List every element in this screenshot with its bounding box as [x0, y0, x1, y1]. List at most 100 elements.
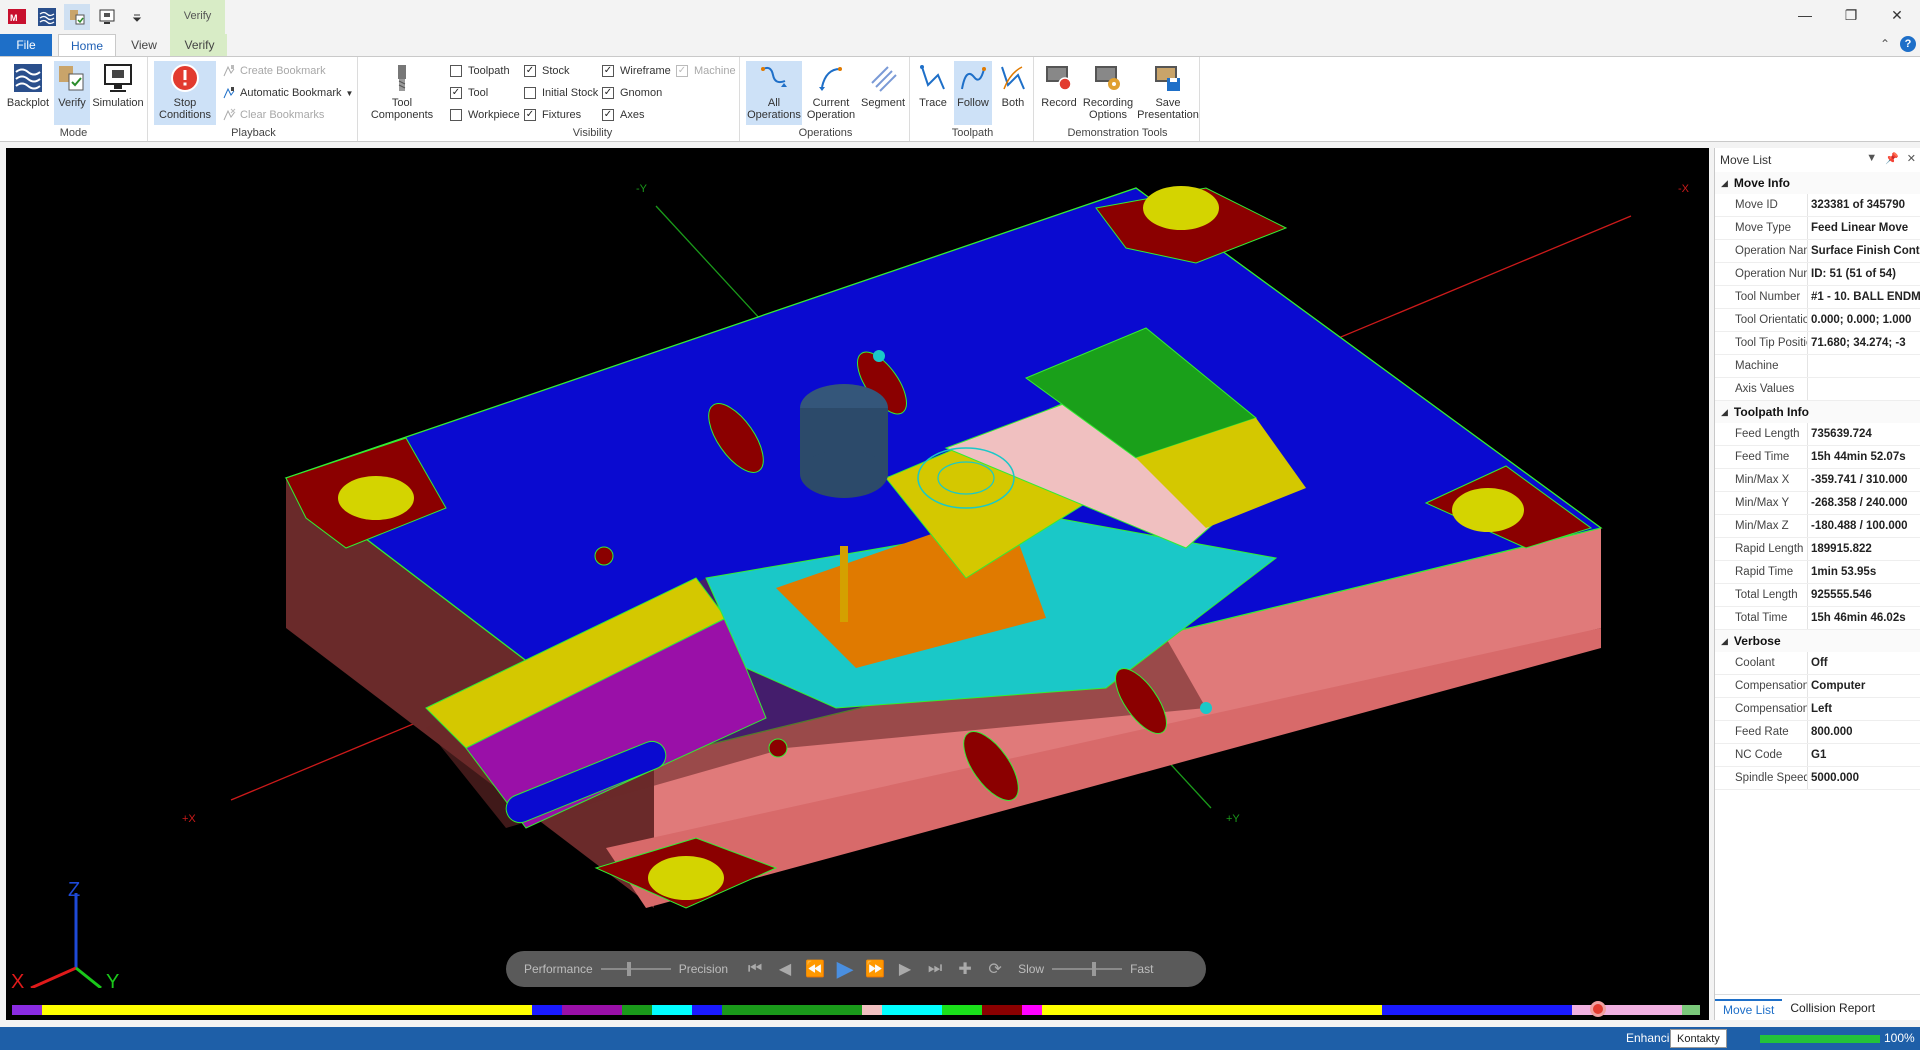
visibility-machine-checkbox[interactable]: ✓ Machine — [676, 61, 736, 81]
restore-icon[interactable]: ❐ — [1828, 0, 1874, 30]
pin-icon[interactable]: 📌 — [1885, 152, 1899, 165]
property-row[interactable]: Compensation Computer — [1715, 675, 1920, 698]
property-row[interactable]: Tool Tip Position71.680; 34.274; -3 — [1715, 332, 1920, 355]
quality-slider[interactable] — [600, 962, 671, 976]
property-row[interactable]: Operation NameSurface Finish Contour — [1715, 240, 1920, 263]
visibility-initial-stock-checkbox[interactable]: Initial Stock — [524, 83, 598, 103]
kontakty-tooltip: Kontakty — [1670, 1029, 1727, 1048]
collapse-triangle-icon[interactable]: ◢ — [1721, 636, 1728, 647]
property-row[interactable]: Min/Max Z -180.488 / 100.000 — [1715, 515, 1920, 538]
category-header[interactable]: ◢ Move Info — [1715, 172, 1920, 194]
create-bookmark-button[interactable]: Create Bookmark — [222, 61, 326, 81]
stop-conditions-button[interactable]: Stop Conditions — [154, 61, 216, 125]
tab-collision-report[interactable]: Collision Report — [1782, 1001, 1883, 1015]
property-key: Machine — [1715, 355, 1808, 377]
property-row[interactable]: Compensation Left — [1715, 698, 1920, 721]
checkbox-box: ✓ — [676, 65, 688, 77]
simulation-quick-icon[interactable] — [94, 4, 120, 30]
tab-view[interactable]: View — [116, 34, 172, 56]
tab-file[interactable]: File — [0, 34, 52, 56]
property-row[interactable]: Tool Orientation 0.000; 0.000; 1.000 — [1715, 309, 1920, 332]
verify-button[interactable]: Verify — [54, 61, 90, 125]
property-row[interactable]: Rapid Length 189915.822 — [1715, 538, 1920, 561]
visibility-gnomon-checkbox[interactable]: ✓ Gnomon — [602, 83, 662, 103]
record-button[interactable]: Record — [1038, 61, 1080, 125]
recording-options-button[interactable]: Recording Options — [1080, 61, 1136, 125]
simulation-button[interactable]: Simulation — [92, 61, 144, 125]
operation-timeline[interactable] — [12, 1001, 1700, 1017]
speed-slider-knob[interactable] — [1091, 962, 1096, 976]
app-logo-icon[interactable]: M — [4, 4, 30, 30]
rewind-icon[interactable]: ⏪ — [800, 959, 830, 979]
trace-button[interactable]: Trace — [914, 61, 952, 125]
property-row[interactable]: Tool Number#1 - 10. BALL ENDMILL — [1715, 286, 1920, 309]
property-key: Tool Number — [1715, 286, 1808, 308]
visibility-stock-checkbox[interactable]: ✓ Stock — [524, 61, 570, 81]
save-presentation-button[interactable]: Save Presentation — [1136, 61, 1200, 125]
property-row[interactable]: Feed Time 15h 44min 52.07s — [1715, 446, 1920, 469]
automatic-bookmark-button[interactable]: Automatic Bookmark ▼ — [222, 83, 353, 103]
property-row[interactable]: Feed Rate 800.000 — [1715, 721, 1920, 744]
play-icon[interactable]: ▶ — [830, 956, 860, 981]
property-row[interactable]: Feed Length 735639.724 — [1715, 423, 1920, 446]
property-row[interactable]: NC Code G1 — [1715, 744, 1920, 767]
property-row[interactable]: Axis Values — [1715, 378, 1920, 401]
speed-slider[interactable] — [1052, 962, 1123, 976]
collapse-triangle-icon[interactable]: ◢ — [1721, 407, 1728, 418]
all-operations-button[interactable]: All Operations — [746, 61, 802, 125]
property-row[interactable]: Machine — [1715, 355, 1920, 378]
visibility-fixtures-checkbox[interactable]: ✓ Fixtures — [524, 105, 581, 125]
tab-home[interactable]: Home — [58, 34, 116, 56]
simulation-icon — [101, 61, 135, 95]
segment-button[interactable]: Segment — [858, 61, 908, 125]
property-row[interactable]: Move Type Feed Linear Move — [1715, 217, 1920, 240]
property-key: Move Type — [1715, 217, 1808, 239]
visibility-workpiece-checkbox[interactable]: Workpiece — [450, 105, 520, 125]
tab-verify[interactable]: Verify — [172, 34, 227, 56]
loop-icon[interactable]: ⟳ — [980, 959, 1010, 979]
visibility-axes-checkbox[interactable]: ✓ Axes — [602, 105, 644, 125]
property-row[interactable]: Total Length 925555.546 — [1715, 584, 1920, 607]
tool-filter-icon[interactable]: ✚ — [950, 959, 980, 979]
close-icon[interactable]: ✕ — [1874, 0, 1920, 30]
customize-dropdown-icon[interactable] — [124, 4, 150, 30]
panel-close-icon[interactable]: ✕ — [1907, 152, 1916, 165]
property-row[interactable]: Min/Max X -359.741 / 310.000 — [1715, 469, 1920, 492]
follow-button[interactable]: Follow — [954, 61, 992, 125]
timeline-position-marker[interactable] — [1590, 1001, 1606, 1017]
verify-quick-icon[interactable] — [64, 4, 90, 30]
visibility-tool-checkbox[interactable]: ✓ Tool — [450, 83, 488, 103]
go-to-start-icon[interactable]: ⏮ — [740, 959, 770, 979]
step-back-icon[interactable]: ◀ — [770, 959, 800, 979]
visibility-toolpath-checkbox[interactable]: Toolpath — [450, 61, 510, 81]
property-row[interactable]: Total Time 15h 46min 46.02s — [1715, 607, 1920, 630]
property-row[interactable]: Move ID 323381 of 345790 — [1715, 194, 1920, 217]
collapse-ribbon-icon[interactable]: ⌃ — [1880, 37, 1890, 51]
collapse-triangle-icon[interactable]: ◢ — [1721, 178, 1728, 189]
category-header[interactable]: ◢ Toolpath Info — [1715, 401, 1920, 423]
group-toolpath-label: Toolpath — [951, 127, 994, 139]
tool-components-button[interactable]: Tool Components — [366, 61, 438, 125]
clear-bookmarks-button[interactable]: Clear Bookmarks — [222, 105, 324, 125]
axis-label-neg-y: -Y — [636, 183, 648, 195]
fast-forward-icon[interactable]: ⏩ — [860, 959, 890, 979]
waves-icon[interactable] — [34, 4, 60, 30]
help-icon[interactable]: ? — [1900, 36, 1916, 52]
property-row[interactable]: Min/Max Y -268.358 / 240.000 — [1715, 492, 1920, 515]
property-row[interactable]: Operation NumberID: 51 (51 of 54) — [1715, 263, 1920, 286]
visibility-wireframe-checkbox[interactable]: ✓ Wireframe — [602, 61, 671, 81]
both-button[interactable]: Both — [994, 61, 1032, 125]
go-to-end-icon[interactable]: ⏭ — [920, 959, 950, 979]
quality-slider-knob[interactable] — [627, 962, 632, 976]
category-header[interactable]: ◢ Verbose — [1715, 630, 1920, 652]
panel-dropdown-icon[interactable]: ▼ — [1866, 152, 1877, 165]
verify-viewport[interactable]: -Y -X +X +Y Z X Y — [6, 148, 1709, 1020]
tab-move-list[interactable]: Move List — [1715, 998, 1783, 1017]
property-row[interactable]: Spindle Speed 5000.000 — [1715, 767, 1920, 790]
property-row[interactable]: Coolant Off — [1715, 652, 1920, 675]
current-operation-button[interactable]: Current Operation — [804, 61, 858, 125]
minimize-icon[interactable]: — — [1782, 0, 1828, 30]
step-forward-icon[interactable]: ▶ — [890, 959, 920, 979]
backplot-button[interactable]: Backplot — [2, 61, 54, 125]
property-row[interactable]: Rapid Time 1min 53.95s — [1715, 561, 1920, 584]
